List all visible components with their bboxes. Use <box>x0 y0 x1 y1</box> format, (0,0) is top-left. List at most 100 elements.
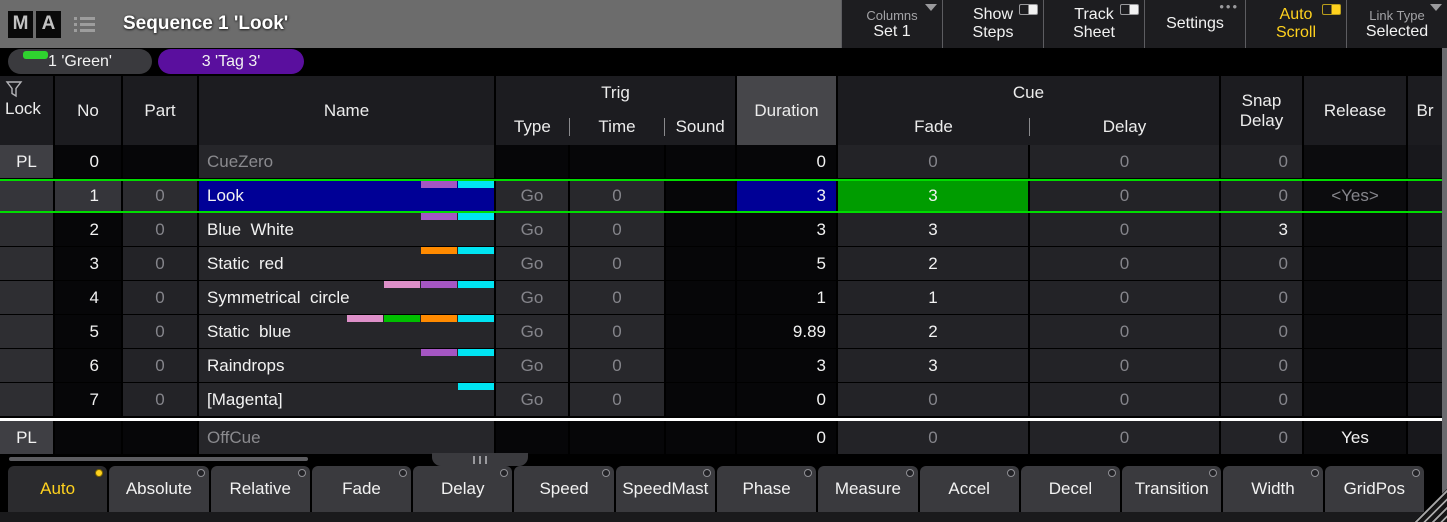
cell-release[interactable] <box>1304 315 1408 349</box>
cell-part[interactable]: 0 <box>123 181 199 211</box>
header-trig-sound[interactable]: Sound <box>665 117 735 137</box>
cell-trig-sound[interactable] <box>666 145 737 179</box>
cell-lock[interactable] <box>0 349 55 383</box>
tab-fade[interactable]: Fade <box>312 466 411 512</box>
header-cue-fade[interactable]: Fade <box>838 117 1029 137</box>
tab-width[interactable]: Width <box>1223 466 1322 512</box>
cell-duration[interactable]: 0 <box>737 145 838 179</box>
cell-fade[interactable]: 3 <box>838 349 1030 383</box>
cell-snap-delay[interactable]: 0 <box>1221 383 1304 417</box>
track-sheet-button[interactable]: Track Sheet <box>1043 0 1144 48</box>
cell-snap-delay[interactable]: 0 <box>1221 315 1304 349</box>
cell-delay[interactable]: 0 <box>1030 383 1221 417</box>
cell-trig-type[interactable]: Go <box>496 315 570 349</box>
cell-trig-type[interactable] <box>496 421 570 455</box>
cell-duration[interactable]: 3 <box>737 213 838 247</box>
show-steps-button[interactable]: Show Steps <box>942 0 1043 48</box>
cell-no[interactable]: 2 <box>55 213 123 247</box>
cell-duration[interactable]: 0 <box>737 421 838 455</box>
cell-part[interactable]: 0 <box>123 315 199 349</box>
cell-release[interactable] <box>1304 349 1408 383</box>
tab-delay[interactable]: Delay <box>413 466 512 512</box>
cell-br[interactable] <box>1408 383 1442 417</box>
tab-phase[interactable]: Phase <box>717 466 816 512</box>
header-cue-delay[interactable]: Delay <box>1030 117 1219 137</box>
cell-lock[interactable] <box>0 383 55 417</box>
cell-name[interactable]: Static red <box>199 247 496 281</box>
header-no[interactable]: No <box>55 76 123 145</box>
header-part[interactable]: Part <box>123 76 199 145</box>
cell-delay[interactable]: 0 <box>1030 145 1221 179</box>
header-trig-type[interactable]: Type <box>496 117 569 137</box>
cell-trig-time[interactable] <box>570 145 666 179</box>
cell-no[interactable]: 5 <box>55 315 123 349</box>
tab-measure[interactable]: Measure <box>818 466 917 512</box>
tab-absolute[interactable]: Absolute <box>109 466 208 512</box>
window-menu-icon[interactable] <box>74 17 95 32</box>
cell-snap-delay[interactable]: 0 <box>1221 349 1304 383</box>
cell-no[interactable] <box>55 421 123 455</box>
cell-trig-sound[interactable] <box>666 247 737 281</box>
cell-br[interactable] <box>1408 213 1442 247</box>
cell-fade[interactable]: 0 <box>838 145 1030 179</box>
cell-br[interactable] <box>1408 315 1442 349</box>
cell-part[interactable]: 0 <box>123 213 199 247</box>
cell-part[interactable]: 0 <box>123 349 199 383</box>
cell-part[interactable]: 0 <box>123 281 199 315</box>
cell-fade[interactable]: 1 <box>838 281 1030 315</box>
cell-delay[interactable]: 0 <box>1030 213 1221 247</box>
cell-trig-sound[interactable] <box>666 315 737 349</box>
cell-part[interactable] <box>123 145 199 179</box>
cell-delay[interactable]: 0 <box>1030 421 1221 455</box>
cell-release[interactable] <box>1304 383 1408 417</box>
cell-lock[interactable] <box>0 281 55 315</box>
cell-delay[interactable]: 0 <box>1030 315 1221 349</box>
cell-part[interactable]: 0 <box>123 247 199 281</box>
cell-duration[interactable]: 3 <box>737 181 838 211</box>
cell-name[interactable]: Look <box>199 181 496 211</box>
settings-button[interactable]: Settings <box>1144 0 1245 48</box>
cell-trig-time[interactable]: 0 <box>570 281 666 315</box>
cell-no[interactable]: 1 <box>55 181 123 211</box>
cell-no[interactable]: 4 <box>55 281 123 315</box>
cell-fade[interactable]: 3 <box>838 181 1030 211</box>
cell-trig-sound[interactable] <box>666 213 737 247</box>
cell-part[interactable] <box>123 421 199 455</box>
cell-no[interactable]: 0 <box>55 145 123 179</box>
tab-decel[interactable]: Decel <box>1021 466 1120 512</box>
cell-trig-type[interactable]: Go <box>496 181 570 211</box>
cell-lock[interactable] <box>0 181 55 211</box>
cell-trig-time[interactable]: 0 <box>570 181 666 211</box>
link-type-button[interactable]: Link Type Selected <box>1346 0 1447 48</box>
cell-fade[interactable]: 3 <box>838 213 1030 247</box>
cell-lock[interactable] <box>0 247 55 281</box>
horizontal-scrollbar[interactable] <box>9 457 308 461</box>
cell-snap-delay[interactable]: 0 <box>1221 145 1304 179</box>
cell-lock[interactable] <box>0 315 55 349</box>
header-snap-delay[interactable]: Snap Delay <box>1221 76 1304 145</box>
cell-duration[interactable]: 3 <box>737 349 838 383</box>
cell-lock[interactable]: PL <box>0 145 55 179</box>
cell-snap-delay[interactable]: 0 <box>1221 281 1304 315</box>
tab-auto[interactable]: Auto <box>8 466 107 512</box>
vertical-scrollbar[interactable] <box>1442 48 1447 522</box>
cell-br[interactable] <box>1408 349 1442 383</box>
cell-trig-sound[interactable] <box>666 181 737 211</box>
cell-no[interactable]: 6 <box>55 349 123 383</box>
cell-lock[interactable]: PL <box>0 421 55 455</box>
cell-name[interactable]: Symmetrical circle <box>199 281 496 315</box>
tab-speedmaster[interactable]: SpeedMast <box>616 466 715 512</box>
cell-name[interactable]: OffCue <box>199 421 496 455</box>
cell-delay[interactable]: 0 <box>1030 247 1221 281</box>
cell-snap-delay[interactable]: 3 <box>1221 213 1304 247</box>
auto-scroll-button[interactable]: Auto Scroll <box>1245 0 1346 48</box>
cell-duration[interactable]: 9.89 <box>737 315 838 349</box>
cell-delay[interactable]: 0 <box>1030 181 1221 211</box>
cell-release[interactable]: <Yes> <box>1304 181 1408 211</box>
cell-trig-time[interactable]: 0 <box>570 349 666 383</box>
tab-accel[interactable]: Accel <box>920 466 1019 512</box>
columns-set-button[interactable]: Columns Set 1 <box>841 0 942 48</box>
tab-relative[interactable]: Relative <box>211 466 310 512</box>
header-lock[interactable]: Lock <box>0 76 55 145</box>
cell-delay[interactable]: 0 <box>1030 349 1221 383</box>
